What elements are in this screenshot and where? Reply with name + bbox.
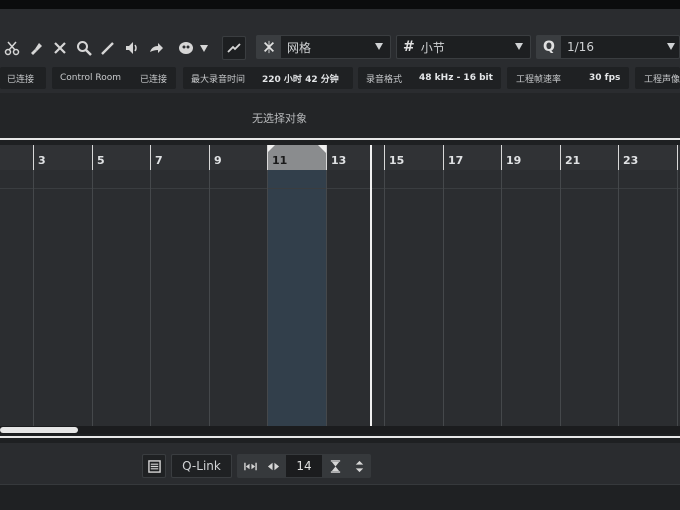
grid-line (267, 170, 268, 426)
grid-line (618, 170, 619, 426)
chevron-down-icon (375, 43, 383, 50)
chevron-down-icon (667, 43, 675, 50)
ruler-bar-label: 17 (443, 145, 463, 170)
nudge-left-right-icon[interactable] (262, 454, 284, 478)
control-room-status[interactable]: Control Room 已连接 (52, 67, 176, 89)
window-top-strip (0, 0, 680, 9)
snap-icon (257, 36, 281, 58)
auto-scroll-icon[interactable] (222, 36, 246, 60)
right-locator-marker[interactable] (318, 145, 326, 153)
glue-icon[interactable] (26, 38, 46, 58)
grid-type-label: 小节 (420, 40, 445, 55)
grid-line (33, 170, 34, 426)
divider (0, 138, 680, 140)
project-toolbar: 网格 # 小节 Q 1/16 (0, 9, 680, 63)
comp-tool-icon[interactable] (146, 38, 166, 58)
record-format-label: 录音格式 (366, 74, 403, 85)
horizontal-scrollbar[interactable] (0, 426, 680, 434)
timeline-ruler[interactable]: 3 5 7 9 11 13 15 17 19 21 23 (0, 145, 680, 170)
erase-icon[interactable] (50, 38, 70, 58)
mute-speaker-icon[interactable] (122, 38, 142, 58)
info-line: 无选择对象 (0, 93, 680, 138)
ruler-bar-label: 23 (618, 145, 638, 170)
zoom-vertical-icon[interactable] (324, 454, 346, 478)
frame-rate-value: 30 fps (589, 73, 621, 83)
grid-line (326, 170, 327, 426)
grid-icon: # (403, 39, 415, 55)
scissors-icon[interactable] (2, 38, 22, 58)
ruler-bar-label: 13 (326, 145, 346, 170)
grid-type-dropdown[interactable]: # 小节 (396, 35, 531, 59)
ruler-bar-label: 3 (33, 145, 46, 170)
scrollbar-thumb[interactable] (0, 427, 78, 433)
ruler-bar-label: 11 (267, 145, 287, 170)
control-room-label: Control Room (60, 73, 122, 83)
pan-law[interactable]: 工程声像 (635, 67, 680, 89)
frame-rate[interactable]: 工程帧速率 30 fps (507, 67, 629, 89)
chevron-down-icon[interactable] (200, 45, 208, 52)
zoom-icon[interactable] (74, 38, 94, 58)
grid-line (150, 170, 151, 426)
event-display[interactable] (0, 170, 680, 426)
grid-line (677, 170, 678, 426)
q-link-button[interactable]: Q-Link (171, 454, 232, 478)
ruler-bar-label: 7 (150, 145, 163, 170)
track-divider (0, 188, 680, 189)
color-palette-icon[interactable] (176, 38, 196, 58)
project-cursor[interactable] (370, 145, 372, 426)
quantize-icon: Q (537, 36, 561, 58)
quantize-label: 1/16 (567, 40, 594, 54)
no-selection-text: 无选择对象 (252, 112, 307, 125)
value-field[interactable]: 14 (286, 455, 322, 477)
lower-zone-toolbar: Q-Link 14 (0, 443, 680, 484)
connected-label: 已连接 (7, 74, 35, 85)
status-line: 已连接 Control Room 已连接 最大录音时间 220 小时 42 分钟… (0, 63, 680, 93)
record-format-value: 48 kHz - 16 bit (419, 73, 493, 83)
navigation-group: 14 (237, 454, 371, 478)
list-view-icon[interactable] (142, 454, 166, 478)
ruler-tick (677, 145, 678, 170)
locator-range-highlight (267, 170, 326, 426)
max-record-time-value: 220 小时 42 分钟 (262, 74, 339, 85)
grid-line (560, 170, 561, 426)
grid-line (501, 170, 502, 426)
quantize-dropdown[interactable]: Q 1/16 (536, 35, 680, 59)
connection-status[interactable]: 已连接 (0, 67, 46, 89)
lower-zone-panel (0, 484, 680, 510)
record-format[interactable]: 录音格式 48 kHz - 16 bit (358, 67, 501, 89)
ruler-bar-label: 5 (92, 145, 105, 170)
draw-pencil-icon[interactable] (98, 38, 118, 58)
chevron-down-icon (515, 43, 523, 50)
expand-vertical-icon[interactable] (348, 454, 370, 478)
pan-law-label: 工程声像 (644, 74, 680, 85)
max-record-time[interactable]: 最大录音时间 220 小时 42 分钟 (183, 67, 353, 89)
ruler-bar-label: 21 (560, 145, 580, 170)
ruler-bar-label: 9 (209, 145, 222, 170)
grid-line (92, 170, 93, 426)
ruler-bar-label: 19 (501, 145, 521, 170)
grid-line (384, 170, 385, 426)
grid-line (443, 170, 444, 426)
snap-mode-dropdown[interactable]: 网格 (256, 35, 391, 59)
snap-mode-label: 网格 (287, 40, 312, 55)
frame-rate-label: 工程帧速率 (516, 74, 562, 85)
max-record-time-label: 最大录音时间 (191, 74, 246, 85)
control-room-connected: 已连接 (140, 74, 168, 85)
ruler-bar-label: 15 (384, 145, 404, 170)
zoom-fit-horizontal-icon[interactable] (239, 454, 261, 478)
divider (0, 436, 680, 438)
grid-line (209, 170, 210, 426)
